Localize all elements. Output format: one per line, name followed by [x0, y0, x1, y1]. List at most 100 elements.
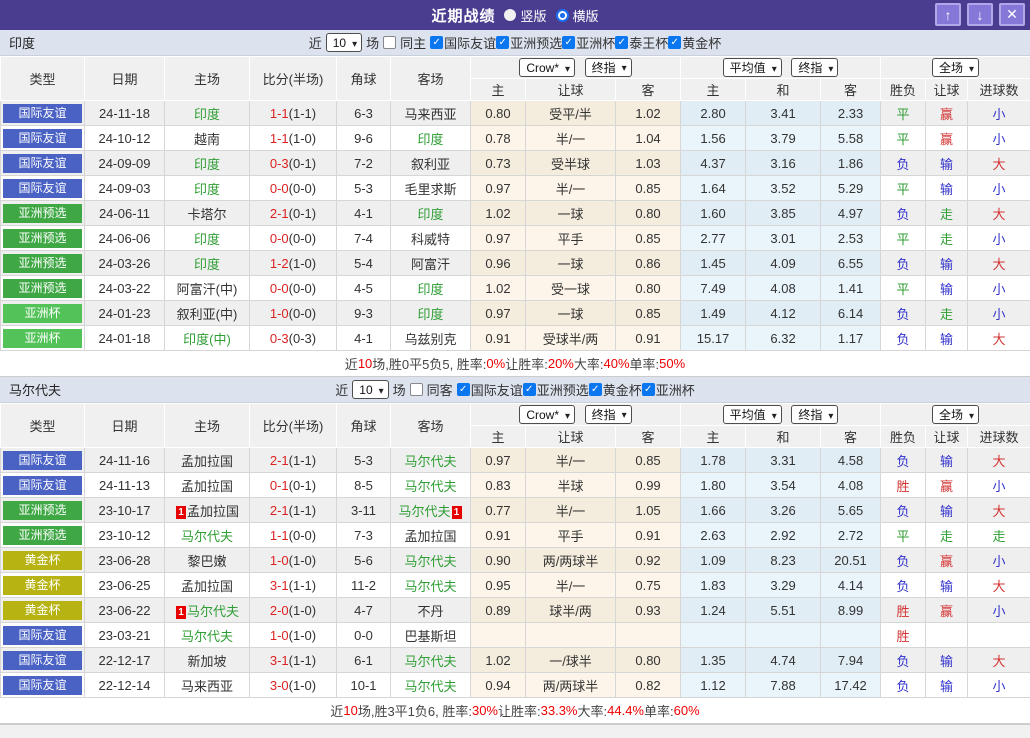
score-cell: 0-0(0-0): [250, 276, 337, 301]
handicap-cell: 半/一: [526, 498, 616, 523]
radio-vertical-layout[interactable]: 竖版: [504, 6, 546, 25]
cup-checkbox[interactable]: [668, 36, 681, 49]
away-team: 马尔代夫: [404, 479, 456, 494]
corner-cell: 5-3: [337, 176, 391, 201]
bookmaker-select[interactable]: Crow*: [519, 58, 575, 77]
score-cell: 3-1(1-1): [250, 573, 337, 598]
bookmaker-select[interactable]: Crow*: [519, 405, 575, 424]
avg-away-cell: 1.86: [821, 151, 881, 176]
home-cell: 叙利亚(中): [165, 301, 250, 326]
competition-badge: 亚洲预选: [3, 279, 82, 298]
avg-draw-cell: [746, 623, 821, 648]
cup-checkbox[interactable]: [562, 36, 575, 49]
home-odds-cell: 0.97: [471, 301, 526, 326]
competition-badge: 国际友谊: [3, 104, 82, 123]
corner-cell: 11-2: [337, 573, 391, 598]
date-cell: 24-09-09: [85, 151, 165, 176]
col-let: 让球: [526, 79, 616, 101]
average-select[interactable]: 平均值: [723, 58, 782, 77]
half-score: (0-3): [289, 331, 316, 346]
full-score: 1-1: [270, 106, 289, 121]
close-button[interactable]: [999, 3, 1025, 26]
corner-cell: 7-4: [337, 226, 391, 251]
match-count-select[interactable]: 10: [326, 33, 362, 52]
handicap-result-value: 输: [940, 282, 953, 297]
radio-horizontal-layout[interactable]: 横版: [556, 6, 599, 25]
goals-result-value: 小: [993, 307, 1006, 322]
odds-kind-select[interactable]: 终指: [585, 58, 632, 77]
handicap-result-cell: 走: [926, 201, 968, 226]
result-cell: 胜: [881, 473, 926, 498]
home-odds-cell: 0.89: [471, 598, 526, 623]
scope-value: 全场: [939, 59, 963, 76]
scroll-down-button[interactable]: [967, 3, 993, 26]
scope-value: 全场: [939, 406, 963, 423]
competition-badge: 亚洲预选: [3, 204, 82, 223]
match-count-select[interactable]: 10: [352, 380, 388, 399]
handicap-result-cell: 赢: [926, 548, 968, 573]
average-value: 平均值: [730, 59, 766, 76]
cup-checkbox[interactable]: [615, 36, 628, 49]
home-team: 孟加拉国: [181, 454, 233, 469]
average-kind-select[interactable]: 终指: [791, 58, 838, 77]
full-score: 0-3: [270, 331, 289, 346]
result-value: 负: [897, 554, 910, 569]
avg-home-cell: 1.60: [681, 201, 746, 226]
away-cell: 印度: [391, 201, 471, 226]
result-cell: 负: [881, 301, 926, 326]
date-cell: 24-01-23: [85, 301, 165, 326]
result-value: 负: [897, 579, 910, 594]
handicap-cell: 平手: [526, 226, 616, 251]
avg-draw-cell: 3.52: [746, 176, 821, 201]
cup-checkbox[interactable]: [457, 383, 470, 396]
goals-result-cell: 小: [968, 473, 1030, 498]
cup-checkbox[interactable]: [496, 36, 509, 49]
red-card-badge: 1: [176, 606, 186, 619]
cup-checkbox[interactable]: [589, 383, 602, 396]
average-kind-select[interactable]: 终指: [791, 405, 838, 424]
goals-result-value: 小: [993, 282, 1006, 297]
score-cell: 0-3(0-3): [250, 326, 337, 351]
team-section: 马尔代夫 近 10 场 同客 国际友谊 亚: [0, 377, 1030, 724]
home-team: 叙利亚(中): [177, 307, 238, 322]
handicap-result-value: 赢: [940, 479, 953, 494]
cup-checkbox[interactable]: [523, 383, 536, 396]
scope-select[interactable]: 全场: [932, 58, 979, 77]
avg-away-cell: 17.42: [821, 673, 881, 698]
over-rate: 44.4%: [607, 703, 644, 718]
match-count-value: 10: [359, 383, 372, 397]
home-team: 黎巴嫩: [187, 554, 226, 569]
result-cell: 平: [881, 101, 926, 126]
handicap-cell: 一球: [526, 201, 616, 226]
cup-checkbox[interactable]: [430, 36, 443, 49]
home-team: 马尔代夫: [181, 629, 233, 644]
away-odds-cell: 0.85: [616, 301, 681, 326]
avg-home-cell: 1.45: [681, 251, 746, 276]
result-value: 负: [897, 207, 910, 222]
scroll-up-button[interactable]: [935, 3, 961, 26]
home-cell: 印度(中): [165, 326, 250, 351]
away-cell: 马尔代夫: [391, 673, 471, 698]
radio-vertical-icon[interactable]: [504, 9, 516, 21]
avg-away-cell: 8.99: [821, 598, 881, 623]
handicap-group-header: Crow* 终指: [471, 404, 681, 426]
goals-result-value: 大: [993, 207, 1006, 222]
same-venue-checkbox[interactable]: [410, 383, 423, 396]
radio-horizontal-icon[interactable]: [556, 9, 569, 22]
avg-away-cell: 4.97: [821, 201, 881, 226]
date-cell: 24-06-11: [85, 201, 165, 226]
odds-kind-select[interactable]: 终指: [585, 405, 632, 424]
scope-select[interactable]: 全场: [932, 405, 979, 424]
match-row: 国际友谊 24-11-18 印度 1-1(1-1) 6-3 马来西亚 0.80 …: [1, 101, 1030, 126]
score-cell: 1-1(1-1): [250, 101, 337, 126]
over-rate: 40%: [604, 356, 630, 371]
same-venue-checkbox[interactable]: [383, 36, 396, 49]
handicap-cell: 半/一: [526, 448, 616, 473]
result-cell: 负: [881, 548, 926, 573]
half-score: (1-0): [289, 553, 316, 568]
cup-checkbox[interactable]: [642, 383, 655, 396]
chevron-down-icon: [828, 408, 833, 422]
date-cell: 23-06-22: [85, 598, 165, 623]
filter-bar: 近 10 场 同主 国际友谊 亚洲预选: [309, 33, 722, 52]
average-select[interactable]: 平均值: [723, 405, 782, 424]
